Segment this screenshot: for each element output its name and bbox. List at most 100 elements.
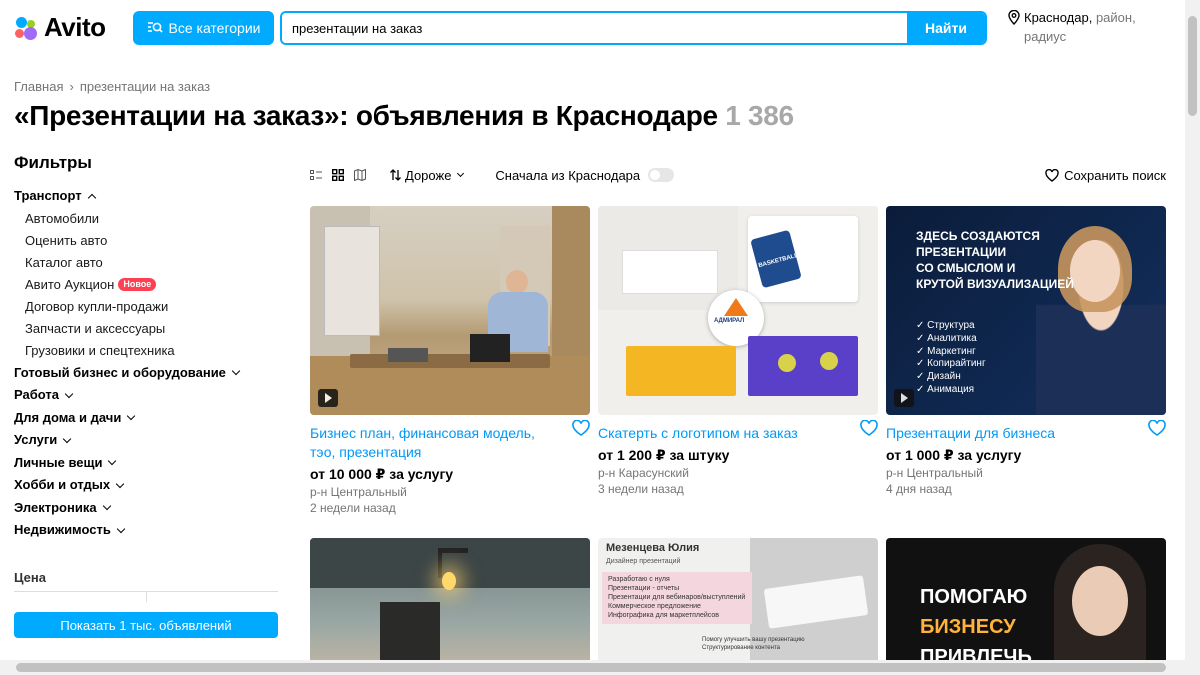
- promo-2-headline: Помогаю бизнесу привлечь: [920, 582, 1032, 660]
- listing-title[interactable]: Презентации для бизнеса: [886, 424, 1166, 443]
- listing-card[interactable]: Бизнес план, финансовая модель, тэо, пре…: [310, 206, 590, 516]
- search-button[interactable]: Найти: [907, 13, 985, 43]
- favorite-heart-icon[interactable]: [860, 420, 878, 436]
- horizontal-scroll-thumb[interactable]: [16, 663, 1166, 672]
- subcategory-auction-label: Авито Аукцион: [25, 276, 115, 292]
- vertical-scroll-thumb[interactable]: [1188, 16, 1197, 116]
- category-personal[interactable]: Личные вещи: [14, 452, 274, 475]
- category-realty[interactable]: Недвижимость: [14, 519, 274, 542]
- show-results-button[interactable]: Показать 1 тыс. объявлений: [14, 612, 278, 638]
- avito-logo[interactable]: Avito: [14, 12, 106, 43]
- subcategory-trucks[interactable]: Грузовики и спецтехника: [14, 340, 274, 362]
- sort-label: Дороже: [405, 167, 452, 183]
- location-city: Краснодар,: [1024, 10, 1093, 25]
- location-pin-icon: [1008, 10, 1020, 25]
- from-city-toggle[interactable]: [648, 168, 675, 182]
- designer-footer-line: Структурирование контента: [702, 645, 780, 651]
- breadcrumb-current[interactable]: презентации на заказ: [80, 79, 210, 94]
- grid-view-icon[interactable]: [332, 169, 344, 181]
- listing-card[interactable]: Мезенцева Юлия Дизайнер презентаций Разр…: [598, 538, 878, 660]
- listing-image-tablecloth[interactable]: BASKETBALL АДМИРАЛ: [598, 206, 878, 415]
- listing-image-promo[interactable]: Здесь создаются презентации со смыслом и…: [886, 206, 1166, 415]
- subcategory-auction[interactable]: Авито Аукцион Новое: [14, 274, 274, 296]
- chevron-down-icon: [457, 169, 465, 178]
- category-services[interactable]: Услуги: [14, 429, 274, 452]
- category-jobs-label: Работа: [14, 387, 59, 403]
- listing-title[interactable]: Скатерть с логотипом на заказ: [598, 424, 878, 443]
- chevron-down-icon: [62, 434, 72, 443]
- category-jobs[interactable]: Работа: [14, 384, 274, 407]
- listing-image-office[interactable]: [310, 206, 590, 415]
- category-business-label: Готовый бизнес и оборудование: [14, 364, 226, 380]
- from-city-toggle-row[interactable]: Сначала из Краснодара: [495, 168, 675, 183]
- listing-card[interactable]: [310, 538, 590, 660]
- list-view-icon[interactable]: [310, 169, 322, 181]
- chevron-down-icon: [64, 389, 74, 398]
- subcategory-contract[interactable]: Договор купли-продажи: [14, 296, 274, 318]
- promo-line: крутой визуализацией: [916, 277, 1074, 291]
- chevron-down-icon: [115, 479, 125, 488]
- favorite-heart-icon[interactable]: [1148, 420, 1166, 436]
- location-district: район,: [1095, 10, 1136, 25]
- promo-list: ✓ Структура ✓ Аналитика ✓ Маркетинг ✓ Ко…: [916, 320, 986, 397]
- logo-text: Avito: [44, 12, 106, 42]
- promo-list-item: ✓ Анимация: [916, 383, 975, 395]
- designer-service-item: Презентации для вебинаров/выступлений: [608, 594, 746, 601]
- subcategory-cars[interactable]: Автомобили: [14, 208, 274, 230]
- subcategory-parts[interactable]: Запчасти и аксессуары: [14, 318, 274, 340]
- chevron-down-icon: [108, 457, 117, 466]
- search-input[interactable]: [282, 13, 907, 43]
- designer-role: Дизайнер презентаций: [606, 558, 681, 565]
- horizontal-scrollbar[interactable]: [0, 660, 1200, 675]
- category-hobby[interactable]: Хобби и отдых: [14, 474, 274, 497]
- listing-location: р-н Центральный: [886, 466, 983, 480]
- favorite-heart-icon[interactable]: [572, 420, 590, 436]
- category-personal-label: Личные вещи: [14, 454, 103, 470]
- admiral-logo-text: АДМИРАЛ: [714, 318, 745, 324]
- category-transport[interactable]: Транспорт: [14, 185, 274, 208]
- promo-2-line: бизнесу: [920, 616, 1016, 638]
- location-selector[interactable]: Краснодар, район, радиус: [1008, 8, 1168, 46]
- listing-location: р-н Карасунский: [598, 466, 689, 480]
- save-search-button[interactable]: Сохранить поиск: [1045, 168, 1166, 183]
- designer-service-item: Коммерческое предложение: [608, 603, 701, 610]
- search-bar: Найти: [280, 11, 987, 45]
- all-categories-label: Все категории: [168, 20, 261, 36]
- category-hobby-label: Хобби и отдых: [14, 477, 111, 493]
- promo-list-item: ✓ Копирайтинг: [916, 358, 986, 370]
- listing-image-promo-2[interactable]: Помогаю бизнесу привлечь: [886, 538, 1166, 660]
- category-electronics[interactable]: Электроника: [14, 497, 274, 520]
- promo-list-item: ✓ Дизайн: [916, 371, 961, 383]
- vertical-scrollbar[interactable]: [1185, 0, 1200, 660]
- price-range-inputs[interactable]: [14, 591, 278, 602]
- category-business[interactable]: Готовый бизнес и оборудование: [14, 362, 274, 385]
- result-count: 1 386: [725, 100, 794, 131]
- listing-card[interactable]: BASKETBALL АДМИРАЛ Скатерть с логотипом …: [598, 206, 878, 497]
- sort-arrows-icon: [390, 169, 401, 181]
- categories-search-icon: [147, 22, 163, 33]
- listing-image-designer[interactable]: Мезенцева Юлия Дизайнер презентаций Разр…: [598, 538, 878, 660]
- designer-service-item: Инфографика для маркетплейсов: [608, 612, 719, 619]
- map-view-icon[interactable]: [354, 169, 366, 181]
- listing-price: от 1 200 ₽ за штуку: [598, 447, 730, 463]
- category-home-label: Для дома и дачи: [14, 409, 122, 425]
- sort-dropdown[interactable]: Дороже: [390, 167, 465, 183]
- category-realty-label: Недвижимость: [14, 522, 111, 538]
- listing-title[interactable]: Бизнес план, финансовая модель, тэо, пре…: [310, 424, 590, 462]
- subcategory-evaluate-car[interactable]: Оценить авто: [14, 230, 274, 252]
- all-categories-button[interactable]: Все категории: [133, 11, 274, 45]
- listing-card[interactable]: Здесь создаются презентации со смыслом и…: [886, 206, 1166, 497]
- listing-card[interactable]: Помогаю бизнесу привлечь: [886, 538, 1166, 660]
- designer-footer-line: Помогу улучшить вашу презентацию: [702, 637, 805, 643]
- category-home[interactable]: Для дома и дачи: [14, 407, 274, 430]
- promo-2-line: привлечь: [920, 646, 1032, 660]
- listing-image-lamp[interactable]: [310, 538, 590, 660]
- chevron-down-icon: [231, 367, 241, 376]
- promo-list-item: ✓ Аналитика: [916, 332, 977, 344]
- subcategory-car-catalog[interactable]: Каталог авто: [14, 252, 274, 274]
- listing-price: от 1 000 ₽ за услугу: [886, 447, 1022, 463]
- page-title: «Презентации на заказ»: объявления в Кра…: [14, 100, 794, 132]
- breadcrumb-home[interactable]: Главная: [14, 79, 63, 94]
- chevron-down-icon: [116, 524, 126, 533]
- designer-services-heading: Разработаю с нуля: [608, 576, 670, 583]
